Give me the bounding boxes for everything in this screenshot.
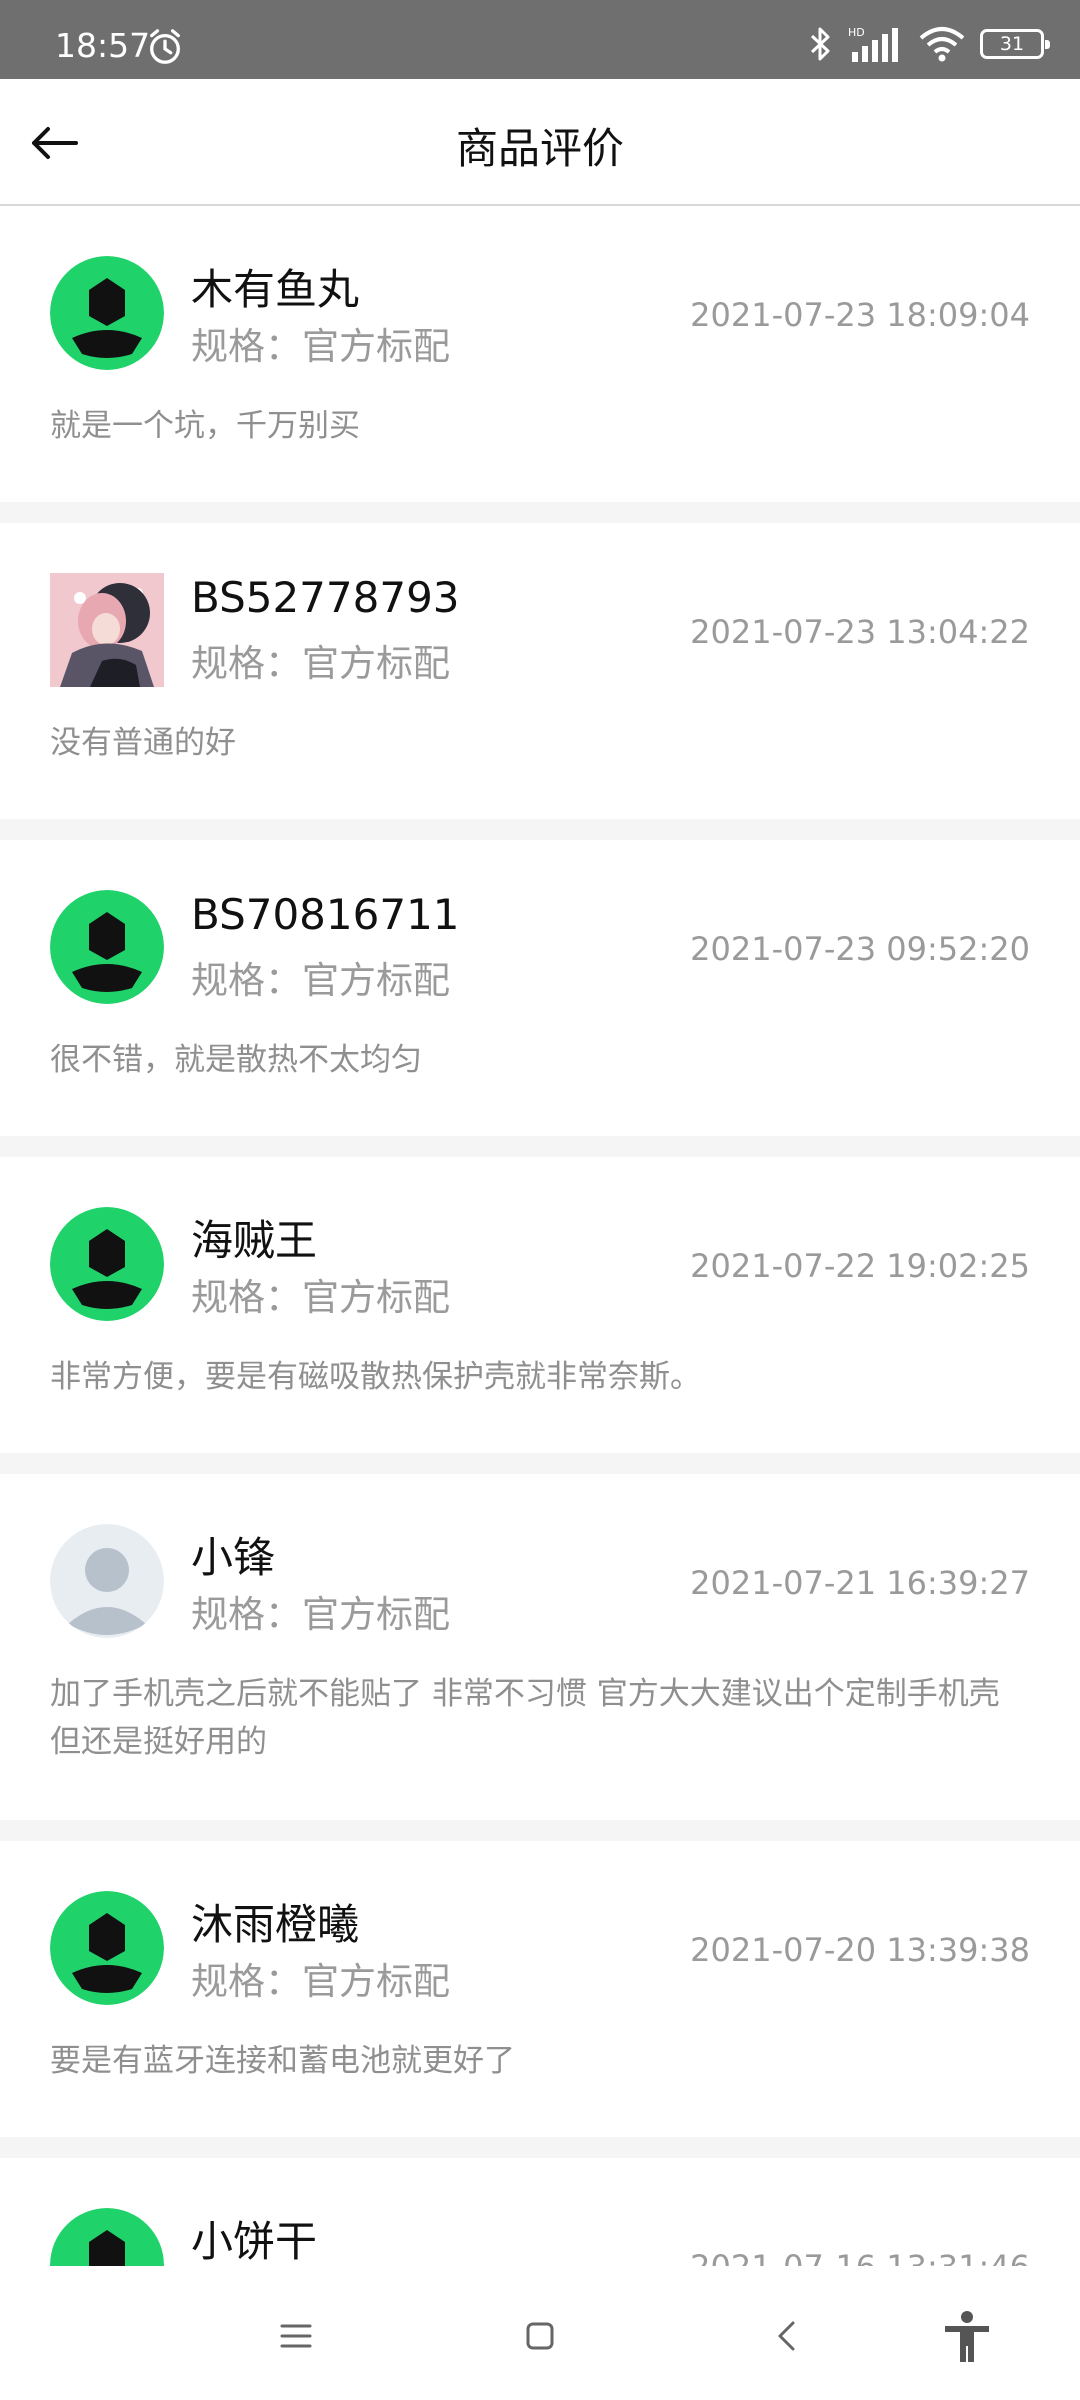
default-avatar-icon <box>50 1207 164 1321</box>
back-icon[interactable] <box>758 2306 818 2366</box>
system-nav-bar <box>0 2266 1080 2400</box>
default-avatar-icon <box>50 2208 164 2266</box>
page-title: 商品评价 <box>455 124 624 173</box>
review-comment: 要是有蓝牙连接和蓄电池就更好了 <box>50 2043 515 2079</box>
review-spec: 规格：官方标配 <box>191 1276 450 1319</box>
review-comment: 非常方便，要是有磁吸散热保护壳就非常奈斯。 <box>50 1359 701 1395</box>
review-username: 木有鱼丸 <box>191 265 360 314</box>
signal-hd-icon: HD <box>848 26 898 62</box>
review-username: 海贼王 <box>191 1216 318 1265</box>
review-username: 小锋 <box>191 1533 276 1582</box>
review-item: 海贼王 规格：官方标配 2021-07-22 19:02:25 非常方便，要是有… <box>0 1157 1080 1453</box>
alarm-icon <box>150 29 180 64</box>
review-date: 2021-07-23 18:09:04 <box>690 296 1030 334</box>
review-spec: 规格：官方标配 <box>191 1593 450 1636</box>
default-user-icon <box>50 1524 164 1638</box>
home-icon[interactable] <box>510 2306 570 2366</box>
accessibility-icon[interactable] <box>937 2306 997 2366</box>
review-date: 2021-07-16 13:31:46 <box>690 2248 1030 2266</box>
default-avatar-icon <box>50 1891 164 2005</box>
review-comment: 没有普通的好 <box>50 725 236 761</box>
review-item: 小锋 规格：官方标配 2021-07-21 16:39:27 加了手机壳之后就不… <box>0 1474 1080 1820</box>
default-avatar-icon <box>50 256 164 370</box>
review-item: 小饼干 2021-07-16 13:31:46 <box>0 2158 1080 2266</box>
review-date: 2021-07-20 13:39:38 <box>690 1931 1030 1969</box>
review-spec: 规格：官方标配 <box>191 959 450 1002</box>
avatar[interactable] <box>50 1891 164 2005</box>
avatar[interactable] <box>50 2208 164 2266</box>
avatar[interactable] <box>50 1524 164 1638</box>
review-date: 2021-07-23 09:52:20 <box>690 930 1030 968</box>
review-item: BS70816711 规格：官方标配 2021-07-23 09:52:20 很… <box>0 840 1080 1136</box>
review-spec: 规格：官方标配 <box>191 325 450 368</box>
review-item: 沐雨橙曦 规格：官方标配 2021-07-20 13:39:38 要是有蓝牙连接… <box>0 1841 1080 2137</box>
status-time: 18:57 <box>55 26 151 65</box>
review-date: 2021-07-23 13:04:22 <box>690 613 1030 651</box>
review-username: 小饼干 <box>191 2217 318 2266</box>
menu-icon[interactable] <box>266 2306 326 2366</box>
status-bar: 18:57 HD 31 <box>0 0 1080 79</box>
svg-text:HD: HD <box>848 26 865 39</box>
status-icons: HD 31 <box>808 24 1050 64</box>
review-comment: 加了手机壳之后就不能贴了 非常不习惯 官方大大建议出个定制手机壳 但还是挺好用的 <box>50 1676 1000 1760</box>
review-username: BS70816711 <box>191 890 460 939</box>
review-username: BS52778793 <box>191 573 460 622</box>
review-date: 2021-07-21 16:39:27 <box>690 1564 1030 1602</box>
review-item: BS52778793 规格：官方标配 2021-07-23 13:04:22 没… <box>0 523 1080 819</box>
wifi-icon <box>919 27 965 62</box>
review-username: 沐雨橙曦 <box>191 1900 360 1949</box>
avatar[interactable] <box>50 1207 164 1321</box>
avatar[interactable] <box>50 890 164 1004</box>
default-avatar-icon <box>50 890 164 1004</box>
review-date: 2021-07-22 19:02:25 <box>690 1247 1030 1285</box>
review-comment: 很不错，就是散热不太均匀 <box>50 1042 422 1078</box>
photo-avatar-icon <box>50 573 164 687</box>
review-item: 木有鱼丸 规格：官方标配 2021-07-23 18:09:04 就是一个坑，千… <box>0 206 1080 502</box>
review-spec: 规格：官方标配 <box>191 642 450 685</box>
review-spec: 规格：官方标配 <box>191 1960 450 2003</box>
avatar[interactable] <box>50 256 164 370</box>
review-comment: 就是一个坑，千万别买 <box>50 408 360 444</box>
bluetooth-icon <box>810 27 830 61</box>
battery-icon: 31 <box>980 29 1050 59</box>
review-list[interactable]: 木有鱼丸 规格：官方标配 2021-07-23 18:09:04 就是一个坑，千… <box>0 206 1080 2266</box>
avatar[interactable] <box>50 573 164 687</box>
header-bar: 商品评价 <box>0 79 1080 206</box>
